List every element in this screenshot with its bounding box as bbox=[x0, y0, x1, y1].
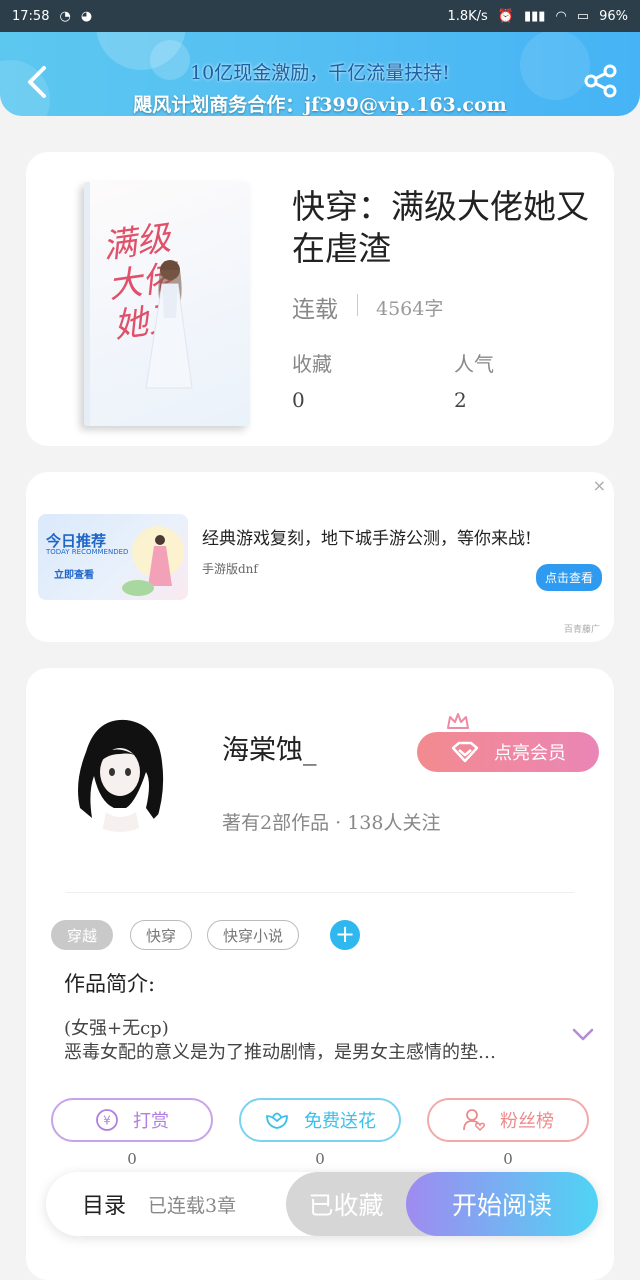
popularity-value: 2 bbox=[454, 388, 467, 412]
ad-illustration bbox=[122, 526, 184, 596]
intro-title: 作品简介: bbox=[64, 972, 156, 996]
start-reading-button[interactable]: 开始阅读 bbox=[406, 1172, 598, 1236]
vip-button-label: 点亮会员 bbox=[494, 743, 566, 764]
promo-line-1[interactable]: 10亿现金激励，千亿流量扶持! bbox=[0, 58, 640, 85]
wechat-icon: ◕ bbox=[80, 8, 93, 24]
collected-label: 已收藏 bbox=[308, 1191, 384, 1220]
status-divider bbox=[357, 294, 358, 316]
cover-illustration bbox=[145, 260, 193, 389]
ad-thumb-button: 立即查看 bbox=[54, 570, 94, 581]
signal-icon: ▮▮▮ bbox=[523, 8, 546, 24]
toc-button[interactable]: 目录 bbox=[82, 1188, 126, 1220]
share-icon[interactable] bbox=[584, 64, 618, 98]
close-icon[interactable]: × bbox=[593, 476, 606, 495]
status-time: 17:58 bbox=[12, 8, 50, 24]
tip-button-label: 打赏 bbox=[133, 1111, 169, 1132]
book-status: 连载 bbox=[292, 297, 338, 323]
send-flower-button[interactable]: 免费送花 bbox=[239, 1098, 401, 1142]
svg-text:¥: ¥ bbox=[103, 1114, 111, 1128]
ad-headline[interactable]: 经典游戏复刻，地下城手游公测，等你来战! bbox=[202, 524, 532, 549]
book-cover[interactable]: 满级大佬她又 bbox=[84, 182, 250, 426]
intro-line-1: (女强+无cp) bbox=[64, 1018, 169, 1039]
diamond-icon bbox=[451, 741, 479, 763]
battery-icon: ▭ bbox=[576, 8, 590, 24]
ad-thumbnail[interactable]: 今日推荐 TODAY RECOMMENDED 立即查看 bbox=[38, 514, 188, 600]
send-flower-label: 免费送花 bbox=[304, 1111, 376, 1132]
user-heart-icon bbox=[463, 1109, 486, 1132]
yen-icon: ¥ bbox=[96, 1109, 118, 1131]
tag-kuaichuan-xiaoshuo[interactable]: 快穿小说 bbox=[207, 920, 299, 950]
section-divider bbox=[66, 892, 574, 893]
flower-count: 0 bbox=[315, 1150, 325, 1168]
alarm-icon: ⏰ bbox=[497, 8, 514, 24]
vip-button[interactable]: 点亮会员 bbox=[417, 732, 599, 772]
chapter-count[interactable]: 已连载3章 bbox=[148, 1191, 236, 1218]
fan-ranking-button[interactable]: 粉丝榜 bbox=[427, 1098, 589, 1142]
flower-icon bbox=[266, 1112, 288, 1129]
fan-ranking-label: 粉丝榜 bbox=[500, 1111, 554, 1132]
author-meta: 著有2部作品 · 138人关注 bbox=[222, 812, 441, 834]
wifi-icon: ◠ bbox=[555, 8, 567, 24]
add-tag-button[interactable]: + bbox=[330, 920, 360, 950]
tip-count: 0 bbox=[127, 1150, 137, 1168]
tag-kuaichuan[interactable]: 快穿 bbox=[130, 920, 192, 950]
ad-mark: 百青藤广 bbox=[563, 625, 600, 635]
tip-button[interactable]: ¥ 打赏 bbox=[51, 1098, 213, 1142]
book-info-card: 满级大佬她又 快穿：满级大佬她又在虐渣 连载 4564字 收藏 0 人气 2 bbox=[26, 152, 614, 446]
favorites-value: 0 bbox=[292, 388, 305, 412]
word-count: 4564字 bbox=[376, 298, 444, 320]
bottom-action-bar: 目录 已连载3章 已收藏 开始阅读 bbox=[46, 1172, 598, 1236]
avatar[interactable] bbox=[66, 712, 174, 832]
crown-icon bbox=[447, 713, 469, 729]
popularity-label: 人气 bbox=[454, 352, 494, 376]
promo-line-2[interactable]: 飓风计划商务合作：jf399@vip.163.com bbox=[0, 90, 640, 116]
notification-icon: ◔ bbox=[59, 8, 71, 24]
chevron-down-icon[interactable] bbox=[572, 1028, 594, 1042]
network-speed: 1.8K/s bbox=[447, 8, 488, 24]
author-name[interactable]: 海棠蚀_ bbox=[222, 728, 317, 767]
intro-line-2: 恶毒女配的意义是为了推动剧情，是男女主感情的垫… bbox=[64, 1042, 496, 1063]
ad-cta-button[interactable]: 点击查看 bbox=[535, 564, 602, 591]
battery-level: 96% bbox=[599, 8, 628, 24]
fan-count: 0 bbox=[503, 1150, 513, 1168]
ad-thumb-subtitle: TODAY RECOMMENDED bbox=[46, 548, 129, 556]
status-bar: 17:58 ◔ ◕ 1.8K/s ⏰ ▮▮▮ ◠ ▭ 96% bbox=[0, 0, 640, 32]
header-banner: 17:58 ◔ ◕ 1.8K/s ⏰ ▮▮▮ ◠ ▭ 96% 10亿现金激励，千… bbox=[0, 0, 640, 116]
ad-source: 手游版dnf bbox=[202, 562, 258, 576]
tag-chuanyue[interactable]: 穿越 bbox=[51, 920, 113, 950]
ad-card[interactable]: × 今日推荐 TODAY RECOMMENDED 立即查看 经典游戏复刻，地下城… bbox=[26, 472, 614, 642]
book-title: 快穿：满级大佬她又在虐渣 bbox=[292, 187, 589, 268]
favorites-label: 收藏 bbox=[292, 352, 332, 376]
